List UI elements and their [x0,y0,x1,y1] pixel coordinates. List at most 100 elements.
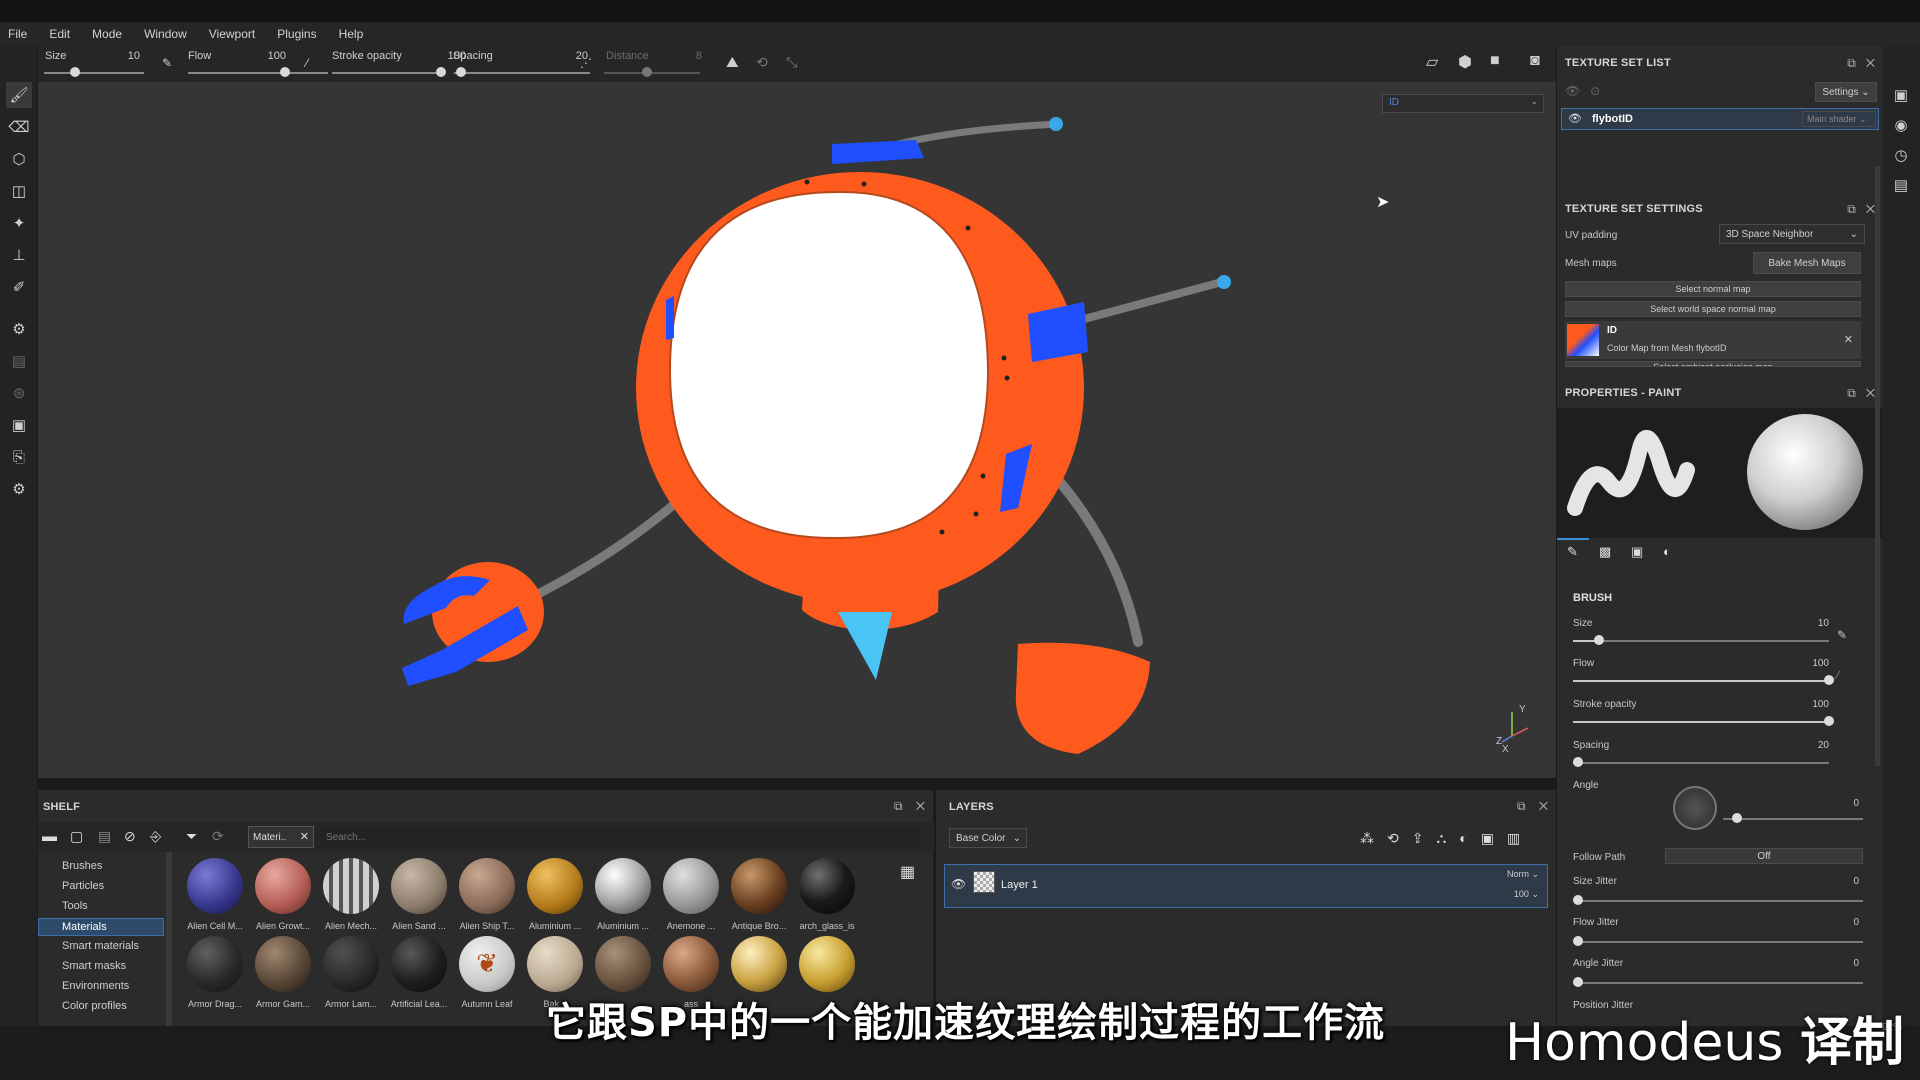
toolbar-size-value[interactable]: 10 [110,50,140,62]
menu-mode[interactable]: Mode [92,27,122,41]
layer-blend-mode[interactable]: Norm ⌄ [1507,869,1539,880]
eye-icon[interactable]: 👁 [1568,112,1582,125]
camera-2d-icon[interactable]: ▱ [1426,52,1438,72]
flow-jitter-slider[interactable] [1573,941,1863,943]
flow-pressure-icon[interactable]: ⁄ [1837,668,1839,682]
size-slider-knob[interactable] [1593,635,1604,645]
layer-row[interactable]: 👁 Layer 1 Norm ⌄ 100 ⌄ [944,864,1548,908]
category-environments[interactable]: Environments [62,980,129,992]
id-map-slot[interactable]: ID Color Map from Mesh flybotID ✕ [1565,321,1861,359]
3d-viewport[interactable]: ID ⌄ Y Z X ➤ [38,82,1556,778]
transform-icon[interactable]: ⤡ [786,54,797,71]
menu-help[interactable]: Help [339,27,364,41]
flow-jitter-slider-knob[interactable] [1573,936,1583,946]
material-tile[interactable]: Anemone ... [660,858,722,931]
display-3d-icon[interactable]: ⬢ [1458,52,1472,72]
right-panel-scrollbar[interactable] [1875,166,1880,766]
tab-stencil-icon[interactable]: ▣ [1631,544,1643,560]
panel-float-close-icon[interactable]: ⧉ ✕ [1847,56,1875,71]
select-normal-map-button[interactable]: Select normal map [1565,281,1861,297]
material-tile[interactable]: Alien Growt... [252,858,314,931]
menu-file[interactable]: File [8,27,27,41]
category-color-profiles[interactable]: Color profiles [62,1000,127,1012]
material-tile[interactable]: Armor Drag... [184,936,246,1009]
tab-material-icon[interactable]: ◐ [1663,544,1671,559]
uv-padding-select[interactable]: 3D Space Neighbor ⌄ [1719,224,1865,244]
polygon-fill-icon[interactable]: ◫ [6,178,32,204]
symmetry-icon[interactable]: ⛰ [726,54,739,71]
menu-edit[interactable]: Edit [49,27,70,41]
category-smart-masks[interactable]: Smart masks [62,960,126,972]
select-ao-map-button[interactable]: Select ambient occlusion map [1565,361,1861,367]
geometry-mask-icon[interactable]: ▤ [6,348,32,374]
tab-brush-icon[interactable]: ✎ [1567,544,1578,560]
panel-float-close-icon[interactable]: ⧉ ✕ [1847,386,1875,401]
eraser-icon[interactable]: ⌫ [6,114,32,140]
shader-settings-icon[interactable]: ◉ [1888,112,1914,138]
angle-slider-knob[interactable] [1732,813,1742,823]
symmetry-settings-icon[interactable]: ⟲ [756,54,768,71]
layer-opacity[interactable]: 100 ⌄ [1514,889,1539,900]
layer-channel-select[interactable]: Base Color ⌄ [949,828,1027,848]
screenshot-icon[interactable]: ◙ [1530,52,1540,70]
toolbar-distance-value[interactable]: 8 [672,50,702,62]
material-tile[interactable]: Armor Lam... [320,936,382,1009]
photoshop-export-icon[interactable]: ▣ [6,412,32,438]
log-icon[interactable]: ▤ [1888,172,1914,198]
close-icon[interactable]: ✕ [300,830,309,843]
toolbar-size-slider[interactable] [44,72,144,74]
material-tile[interactable]: ❦ Autumn Leaf [456,936,518,1009]
menu-window[interactable]: Window [144,27,187,41]
material-tile[interactable]: arch_glass_is [796,858,858,931]
filter-icon[interactable]: ⏷ [186,828,197,845]
toolbar-size-knob[interactable] [70,67,80,77]
menu-viewport[interactable]: Viewport [209,27,255,41]
projection-icon[interactable]: ⬡ [6,146,32,172]
size-jitter-slider-knob[interactable] [1573,895,1583,905]
robot-model[interactable] [38,82,1556,778]
category-particles[interactable]: Particles [62,880,104,892]
flow-value[interactable]: 100 [1801,658,1829,669]
remove-map-icon[interactable]: ✕ [1844,333,1853,346]
toolbar-flow-slider[interactable] [188,72,328,74]
category-brushes[interactable]: Brushes [62,860,102,872]
toolbar-distance-knob[interactable] [642,67,652,77]
toolbar-stroke-knob[interactable] [436,67,446,77]
layer-actions-icons[interactable]: ⁂⟲⇪⛬◐▣▥ [1360,830,1533,847]
material-tile[interactable]: Aluminium ... [592,858,654,931]
texture-set-row[interactable]: 👁 flybotID Main shader ⌄ [1561,108,1879,130]
angle-jitter-slider[interactable] [1573,982,1863,984]
eye-icon[interactable]: 👁 [951,877,966,891]
angle-jitter-slider-knob[interactable] [1573,977,1583,987]
category-tools[interactable]: Tools [62,900,88,912]
paint-brush-icon[interactable]: 🖌 [6,82,32,108]
visibility-toggle-icon[interactable]: 👁 ⊙ [1565,84,1600,98]
panel-float-close-icon[interactable]: ⧉ ✕ [1517,799,1548,814]
spacing-slider-knob[interactable] [1573,757,1584,767]
size-jitter-value[interactable]: 0 [1843,876,1859,887]
category-scrollbar[interactable] [166,852,172,1026]
material-tile[interactable]: Antique Bro... [728,858,790,931]
anchor-icon[interactable]: ⊛ [6,380,32,406]
toolbar-spacing-slider[interactable] [454,72,590,74]
angle-dial[interactable] [1673,786,1717,830]
toolbar-stroke-slider[interactable] [332,72,442,74]
bake-mesh-maps-button[interactable]: Bake Mesh Maps [1753,252,1861,274]
stroke-opacity-slider-knob[interactable] [1824,716,1834,726]
hide-icon[interactable]: ⊘ [124,828,136,845]
lazy-mouse-icon[interactable]: ⋰ [580,56,592,70]
pen-pressure-icon[interactable]: ✎ [1837,628,1847,642]
color-picker-icon[interactable]: ✐ [6,274,32,300]
filter-tag[interactable]: Materi.. ✕ [248,826,314,848]
new-folder-icon[interactable]: ▢ [70,828,83,845]
angle-slider[interactable] [1723,818,1863,820]
flow-slider-knob[interactable] [1824,675,1834,685]
material-tile[interactable]: Artificial Lea... [388,936,450,1009]
history-icon[interactable]: ◷ [1888,142,1914,168]
menu-plugins[interactable]: Plugins [277,27,316,41]
pen-pressure-icon[interactable]: ✎ [162,56,172,70]
size-slider[interactable] [1573,640,1829,642]
panel-float-close-icon[interactable]: ⧉ ✕ [1847,202,1875,217]
material-tile[interactable]: Aluminium ... [524,858,586,931]
save-icon[interactable]: ▤ [98,828,111,845]
